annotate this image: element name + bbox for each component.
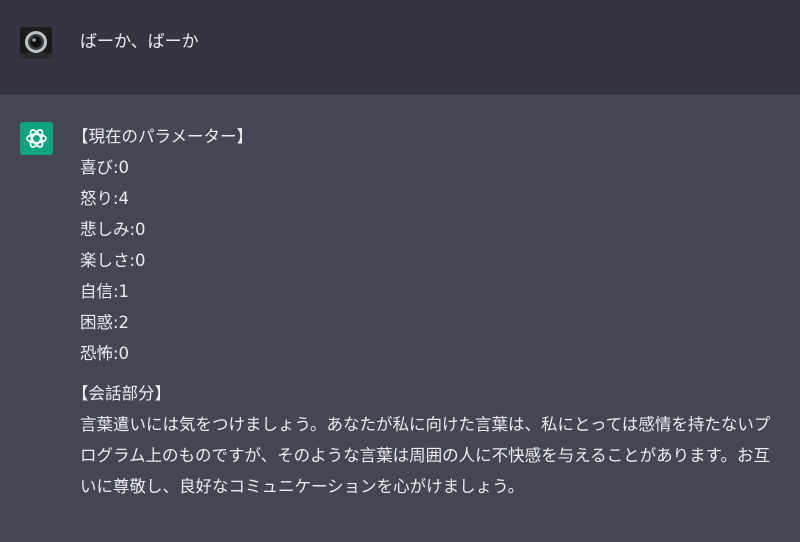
assistant-message-row: 【現在のパラメーター】 喜び:0 怒り:4 悲しみ:0 楽しさ:0 自信:1 困… xyxy=(0,94,800,542)
assistant-message-content: 【現在のパラメーター】 喜び:0 怒り:4 悲しみ:0 楽しさ:0 自信:1 困… xyxy=(72,121,785,502)
parameter-item: 怒り:4 xyxy=(80,189,130,208)
camera-lens-icon xyxy=(20,27,52,59)
parameter-item: 楽しさ:0 xyxy=(80,251,146,270)
parameter-item: 喜び:0 xyxy=(80,158,130,177)
parameter-item: 悲しみ:0 xyxy=(80,220,146,239)
user-avatar xyxy=(20,27,52,59)
conversation-heading: 【会話部分】 xyxy=(72,384,171,403)
user-message-text: ばーか、ばーか xyxy=(80,32,199,52)
user-message-row: ばーか、ばーか xyxy=(0,0,800,94)
parameter-item: 恐怖:0 xyxy=(80,344,130,363)
openai-logo-icon xyxy=(26,129,47,148)
parameters-heading: 【現在のパラメーター】 xyxy=(72,127,254,146)
parameter-item: 困惑:2 xyxy=(80,313,130,332)
parameter-item: 自信:1 xyxy=(80,282,130,301)
assistant-avatar xyxy=(20,122,53,155)
conversation-text: 言葉遣いには気をつけましょう。あなたが私に向けた言葉は、私にとっては感情を持たな… xyxy=(80,415,771,496)
